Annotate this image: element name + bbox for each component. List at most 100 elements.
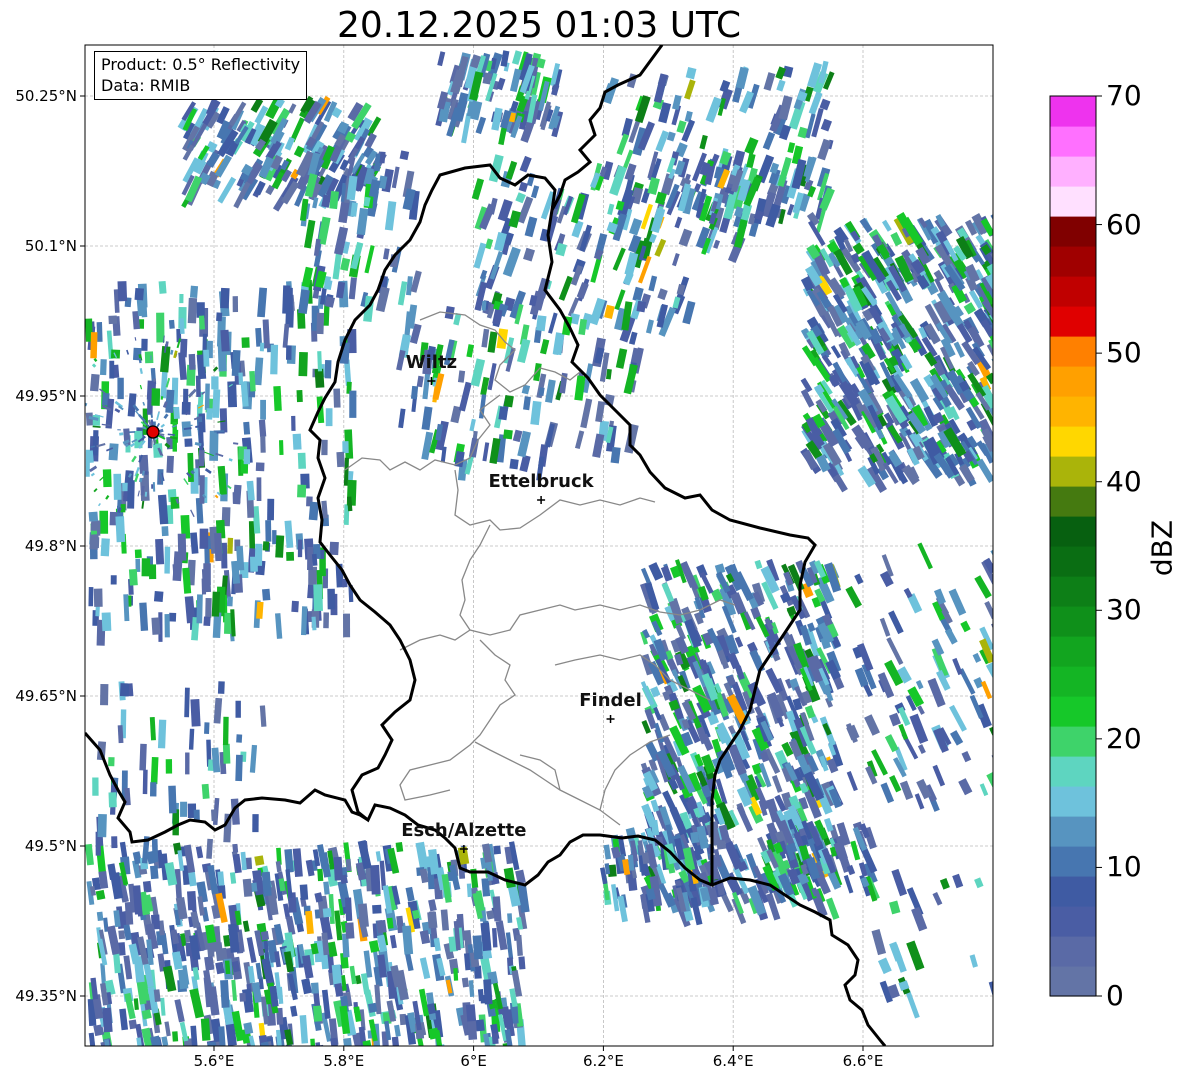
colorbar-tick-label: 70: [1106, 79, 1142, 112]
echo-cell: [256, 601, 264, 619]
echo-cell: [410, 385, 419, 400]
echo-cell: [166, 455, 174, 474]
echo-cell: [220, 979, 230, 1008]
echo-cell: [243, 421, 251, 435]
colorbar-segment: [1050, 456, 1096, 487]
clutter-cell: [58, 424, 63, 426]
echo-cell: [518, 956, 526, 970]
echo-cell: [311, 982, 319, 994]
colorbar-segment: [1050, 306, 1096, 337]
echo-cell: [90, 332, 98, 359]
echo-cell: [220, 329, 230, 352]
echo-cell: [260, 399, 267, 420]
clutter-cell: [144, 471, 148, 475]
echo-cell: [168, 612, 177, 622]
lon-tick-label: 5.6°E: [193, 1052, 235, 1070]
echo-cell: [190, 699, 201, 727]
clutter-cell: [129, 431, 135, 433]
echo-cell: [117, 281, 128, 302]
echo-cell: [203, 616, 211, 627]
colorbar-segment: [1050, 186, 1096, 217]
echo-cell: [992, 607, 993, 638]
echo-cell: [260, 931, 270, 941]
echo-cell: [134, 288, 144, 301]
echo-cell: [232, 843, 239, 853]
echo-cell: [96, 911, 104, 922]
colorbar-segment: [1050, 486, 1096, 517]
echo-cell: [203, 349, 210, 367]
echo-cell: [333, 856, 343, 881]
echo-cell: [92, 430, 99, 456]
echo-cell: [395, 842, 404, 853]
echo-cell: [110, 575, 117, 585]
echo-cell: [90, 537, 100, 549]
echo-cell: [185, 752, 190, 775]
echo-cell: [179, 294, 184, 304]
echo-cell: [260, 435, 266, 453]
echo-cell: [144, 351, 154, 364]
echo-cell: [199, 528, 209, 549]
echo-cell: [311, 553, 318, 566]
echo-cell: [285, 345, 292, 360]
echo-cell: [255, 462, 265, 472]
echo-cell: [184, 687, 190, 718]
echo-cell: [313, 1005, 323, 1022]
lon-tick-label: 6.6°E: [842, 1052, 884, 1070]
colorbar-segment: [1050, 786, 1096, 817]
echo-cell: [127, 480, 135, 509]
echo-cell: [299, 884, 309, 901]
echo-cell: [992, 462, 993, 479]
echo-cell: [212, 389, 221, 418]
echo-cell: [232, 296, 239, 313]
echo-cell: [376, 919, 387, 934]
echo-cell: [372, 904, 382, 914]
echo-cell: [150, 865, 159, 880]
colorbar-segment: [1050, 336, 1096, 367]
echo-cell: [298, 352, 308, 377]
colorbar-segment: [1050, 156, 1096, 187]
lat-tick-label: 49.35°N: [15, 987, 77, 1005]
clutter-cell: [119, 432, 124, 436]
echo-cell: [324, 359, 332, 379]
echo-cell: [150, 757, 159, 785]
echo-cell: [164, 546, 171, 574]
echo-cell: [150, 782, 157, 797]
product-label: Product: 0.5° Reflectivity: [101, 55, 301, 74]
echo-cell: [204, 722, 210, 734]
echo-cell: [316, 312, 325, 335]
echo-cell: [199, 475, 205, 504]
echo-cell: [90, 522, 98, 531]
echo-cell: [300, 606, 308, 636]
colorbar: [1049, 95, 1102, 997]
echo-cell: [297, 539, 303, 558]
echo-cell: [92, 777, 99, 796]
echo-cell: [88, 511, 99, 522]
echo-cell: [336, 451, 345, 468]
echo-cell: [172, 1031, 179, 1042]
echo-cell: [97, 814, 107, 838]
echo-cell: [327, 588, 336, 610]
echo-cell: [148, 564, 157, 580]
radar-map: [58, 44, 1102, 1051]
echo-cell: [259, 342, 265, 352]
echo-cell: [196, 302, 205, 318]
echo-cell: [314, 368, 325, 388]
echo-cell: [307, 584, 315, 599]
city-label: Ettelbruck: [488, 471, 594, 492]
echo-cell: [297, 484, 307, 498]
echo-cell: [329, 541, 339, 556]
colorbar-segment: [1050, 576, 1096, 607]
colorbar-segment: [1050, 816, 1096, 847]
echo-cell: [322, 907, 332, 918]
clutter-cell: [77, 430, 85, 432]
clutter-cell: [153, 421, 156, 426]
clutter-cell: [152, 482, 156, 492]
echo-cell: [165, 759, 173, 774]
city-label: Findel: [579, 690, 642, 711]
echo-cell: [206, 408, 213, 420]
echo-cell: [153, 591, 164, 602]
clutter-cell: [62, 435, 66, 436]
echo-cell: [239, 992, 246, 1002]
clutter-cell: [153, 378, 156, 382]
echo-cell: [235, 754, 243, 782]
